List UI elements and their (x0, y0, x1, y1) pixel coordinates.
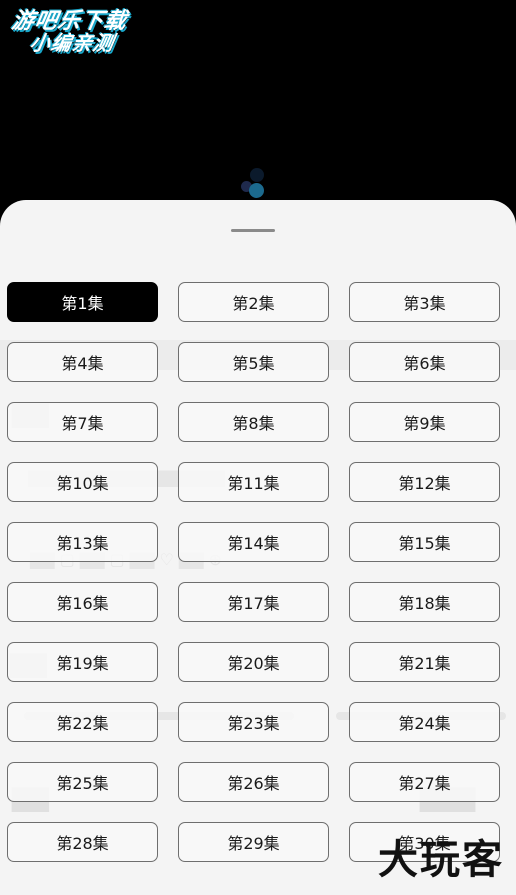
episode-button[interactable]: 第14集 (178, 522, 329, 562)
episode-picker-sheet: ▇▇ ⌄ ▇▇▇▇▇▇▇▇▇▇▇▇▇▇▇▇ ▇▇ ▢ ▇▇ ▢ ▇▇ ♡ ▇▇ … (0, 200, 516, 895)
episode-button[interactable]: 第5集 (178, 342, 329, 382)
episode-button[interactable]: 第29集 (178, 822, 329, 862)
episode-button[interactable]: 第8集 (178, 402, 329, 442)
episode-button[interactable]: 第9集 (349, 402, 500, 442)
episode-button[interactable]: 第12集 (349, 462, 500, 502)
spinner-dot (249, 183, 264, 198)
episode-button[interactable]: 第22集 (7, 702, 158, 742)
episode-button[interactable]: 第23集 (178, 702, 329, 742)
episode-grid: 第1集 第2集 第3集 第4集 第5集 第6集 第7集 第8集 第9集 第10集 第11集 第12集第… (7, 282, 501, 862)
spinner-dot (250, 168, 264, 182)
watermark-logo-top: 游吧乐下载 小编亲测 (6, 9, 130, 56)
episode-button[interactable]: 第18集 (349, 582, 500, 622)
episode-button[interactable]: 第2集 (178, 282, 329, 322)
episode-button[interactable]: 第24集 (349, 702, 500, 742)
episode-button[interactable]: 第3集 (349, 282, 500, 322)
watermark-line-2: 小编亲测 (27, 31, 117, 56)
drag-handle[interactable] (231, 229, 275, 232)
episode-button[interactable]: 第4集 (7, 342, 158, 382)
episode-button[interactable]: 第21集 (349, 642, 500, 682)
loading-spinner-icon (238, 166, 268, 200)
episode-button[interactable]: 第17集 (178, 582, 329, 622)
episode-button[interactable]: 第10集 (7, 462, 158, 502)
episode-button[interactable]: 第28集 (7, 822, 158, 862)
episode-button[interactable]: 第15集 (349, 522, 500, 562)
episode-button[interactable]: 第19集 (7, 642, 158, 682)
episode-button[interactable]: 第16集 (7, 582, 158, 622)
episode-button[interactable]: 第25集 (7, 762, 158, 802)
episode-button[interactable]: 第26集 (178, 762, 329, 802)
episode-button[interactable]: 第20集 (178, 642, 329, 682)
episode-button[interactable]: 第6集 (349, 342, 500, 382)
episode-button[interactable]: 第27集 (349, 762, 500, 802)
episode-button[interactable]: 第1集 (7, 282, 158, 322)
episode-button[interactable]: 第13集 (7, 522, 158, 562)
watermark-line-1: 游吧乐下载 (9, 9, 130, 34)
video-player[interactable]: 游吧乐下载 小编亲测 (0, 0, 516, 210)
episode-button[interactable]: 第11集 (178, 462, 329, 502)
episode-button[interactable]: 第30集 (349, 822, 500, 862)
episode-button[interactable]: 第7集 (7, 402, 158, 442)
